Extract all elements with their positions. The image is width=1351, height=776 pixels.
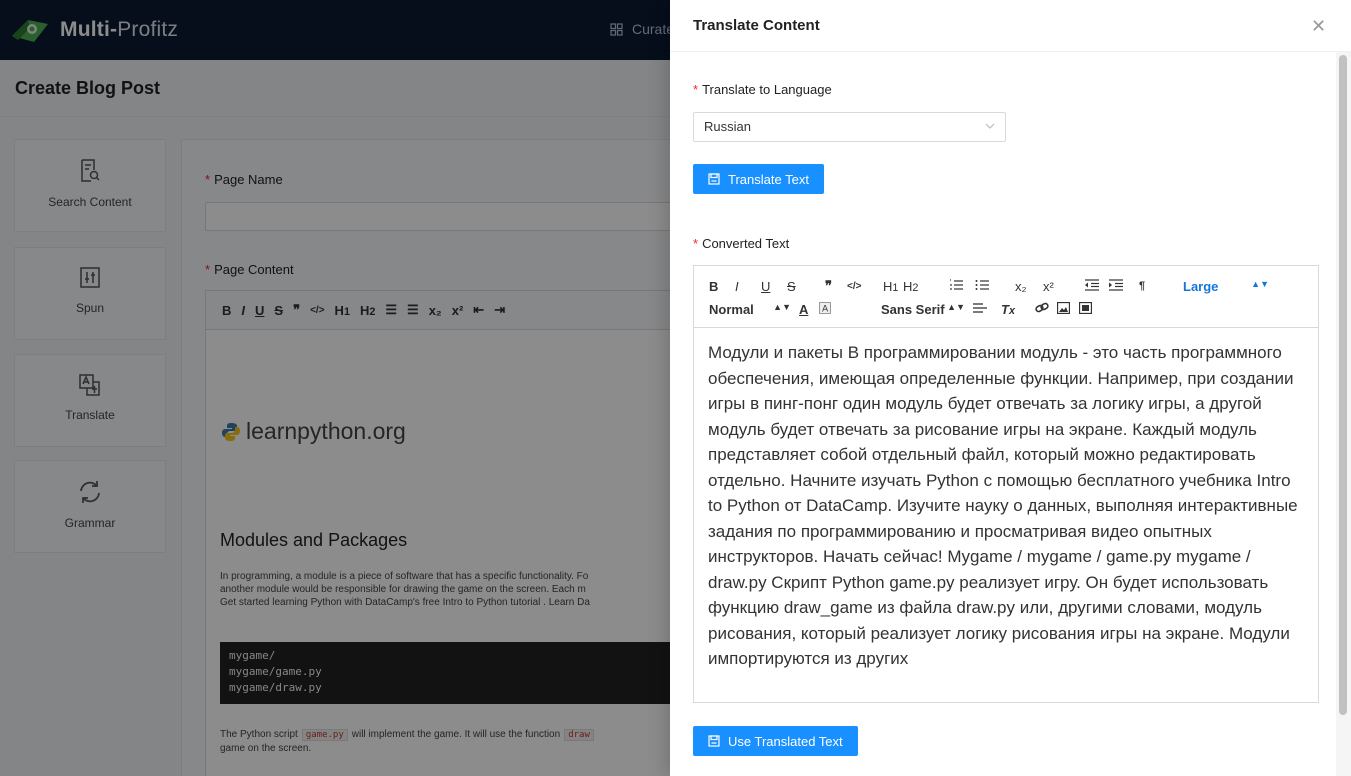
translate-text-button[interactable]: Translate Text: [693, 164, 824, 194]
translate-drawer: Translate Content ✕ * Translate to Langua…: [670, 0, 1351, 776]
outdent-button[interactable]: [1085, 278, 1109, 294]
use-translated-text-button-label: Use Translated Text: [728, 733, 843, 749]
align-left-icon: [973, 302, 987, 313]
highlight-icon: A: [819, 301, 831, 314]
clear-format-button[interactable]: Tx: [1001, 302, 1035, 317]
chevron-down-icon: [985, 123, 995, 129]
drawer-title: Translate Content: [693, 17, 820, 34]
indent-icon: [1109, 278, 1123, 291]
align-button[interactable]: [973, 302, 1001, 317]
converted-text-editor: B I U S ❞ </> H1 H2 x₂ x² ¶ Large ▲▼ Nor…: [693, 265, 1319, 703]
code-button[interactable]: </>: [847, 281, 883, 292]
font-select-value: Sans Serif: [881, 301, 945, 317]
select-arrows-icon: ▲▼: [773, 301, 791, 312]
toolbar-row-1: B I U S ❞ </> H1 H2 x₂ x² ¶ Large ▲▼: [709, 276, 1269, 296]
header-select[interactable]: Normal ▲▼: [709, 302, 799, 317]
video-icon: [1078, 301, 1093, 314]
subscript-button[interactable]: x₂: [1015, 279, 1043, 294]
blockquote-button[interactable]: ❞: [825, 278, 847, 294]
translate-text-button-label: Translate Text: [728, 171, 809, 187]
toolbar-row-2: Normal ▲▼ A A Sans Serif ▲▼ Tx: [709, 299, 1099, 319]
save-icon: [708, 735, 720, 747]
language-label: * Translate to Language: [693, 82, 832, 97]
size-select[interactable]: Large ▲▼: [1183, 279, 1269, 294]
language-select[interactable]: Russian: [693, 112, 1006, 142]
translated-text[interactable]: Модули и пакеты В программировании модул…: [708, 340, 1308, 672]
drawer-scrollbar-thumb[interactable]: [1339, 55, 1347, 715]
bullet-list-button[interactable]: [975, 279, 1015, 294]
ordered-list-icon: [950, 278, 963, 290]
outdent-icon: [1085, 278, 1099, 291]
header-select-value: Normal: [709, 301, 754, 317]
save-icon: [708, 173, 720, 185]
link-icon: [1035, 302, 1049, 312]
video-button[interactable]: [1078, 301, 1099, 317]
text-direction-button[interactable]: ¶: [1139, 280, 1183, 292]
drawer-mask[interactable]: [0, 0, 670, 776]
h2-button[interactable]: H2: [903, 279, 949, 294]
text-color-button[interactable]: A: [799, 302, 819, 317]
indent-button[interactable]: [1109, 278, 1139, 294]
image-icon: [1056, 301, 1071, 314]
select-arrows-icon: ▲▼: [1251, 278, 1269, 289]
h1-button[interactable]: H1: [883, 279, 903, 294]
svg-text:A: A: [822, 304, 829, 314]
font-select[interactable]: Sans Serif ▲▼: [881, 302, 973, 317]
select-arrows-icon: ▲▼: [947, 301, 965, 312]
editor-toolbar: B I U S ❞ </> H1 H2 x₂ x² ¶ Large ▲▼ Nor…: [694, 266, 1318, 328]
drawer-header: Translate Content ✕: [670, 0, 1351, 52]
strike-button[interactable]: S: [787, 279, 825, 294]
underline-button[interactable]: U: [761, 279, 787, 294]
language-select-value: Russian: [704, 119, 751, 134]
use-translated-text-button[interactable]: Use Translated Text: [693, 726, 858, 756]
converted-text-label: * Converted Text: [693, 236, 790, 251]
close-icon[interactable]: ✕: [1311, 17, 1326, 35]
image-button[interactable]: [1056, 301, 1079, 317]
size-select-value: Large: [1183, 278, 1219, 294]
background-color-button[interactable]: A: [819, 301, 881, 317]
italic-button[interactable]: I: [735, 279, 761, 294]
link-button[interactable]: [1035, 302, 1057, 317]
bullet-list-icon: [975, 279, 989, 290]
bold-button[interactable]: B: [709, 279, 735, 294]
ordered-list-button[interactable]: [949, 278, 975, 294]
superscript-button[interactable]: x²: [1043, 279, 1085, 294]
